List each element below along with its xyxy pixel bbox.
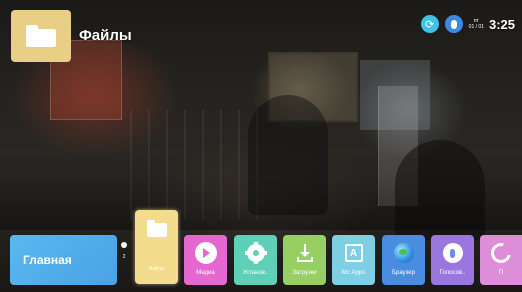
app-label: Браузер [392, 270, 415, 276]
home-label: Главная [23, 253, 72, 267]
app-tile-media[interactable]: Медиа [184, 235, 227, 285]
globe-icon [393, 242, 415, 264]
day-of-week: пт [473, 17, 479, 24]
swirl-icon [487, 239, 515, 267]
microphone-icon [442, 242, 464, 264]
tv-home-screen: Файлы ⟳ пт 01 / 01 3:25 Главная 2 Файлы … [0, 0, 522, 292]
background-reflection-window-right [360, 60, 430, 130]
app-tile-voice[interactable]: Голосов.. [431, 235, 474, 285]
files-tile-label: Файлы [148, 266, 165, 272]
page-title: Файлы [79, 27, 132, 44]
background-reflection-person [395, 140, 485, 240]
app-tile-partial[interactable]: П [480, 235, 522, 285]
app-label: Медиа [196, 270, 215, 276]
gear-icon [244, 242, 267, 264]
background-reflection-appliance [378, 86, 418, 206]
current-app-tile [11, 10, 71, 62]
clock: 3:25 [488, 16, 515, 32]
app-label: Установ.. [242, 270, 269, 276]
app-label: Загрузки [292, 270, 317, 276]
download-icon [294, 242, 316, 264]
folder-icon [146, 220, 167, 237]
app-tile-my-apps[interactable]: A Мс Apps [332, 235, 375, 285]
apps-icon: A [343, 242, 365, 264]
background-reflection-shelf [130, 110, 270, 220]
page-dot [121, 242, 127, 248]
app-label: Голосов.. [439, 270, 466, 276]
voice-search-button[interactable] [444, 15, 463, 33]
date-display: пт 01 / 01 [468, 17, 484, 30]
date-text: 01 / 01 [468, 23, 484, 30]
app-label: Мс Apps [341, 270, 366, 276]
background-reflection-person [248, 95, 328, 215]
home-tile[interactable]: Главная [10, 235, 117, 285]
app-tile-downloads[interactable]: Загрузки [283, 235, 326, 285]
app-tile-settings[interactable]: Установ.. [234, 235, 277, 285]
folder-icon [26, 25, 56, 47]
refresh-icon: ⟳ [425, 17, 435, 31]
page-indicator: 2 [121, 242, 127, 260]
page-number: 2 [122, 254, 126, 260]
background-shade [0, 150, 522, 230]
app-tile-browser[interactable]: Браузер [382, 235, 425, 285]
microphone-icon [450, 19, 457, 29]
play-icon [194, 242, 217, 264]
status-bar: ⟳ пт 01 / 01 3:25 [420, 13, 515, 35]
refresh-button[interactable]: ⟳ [420, 15, 439, 33]
background-reflection-window [268, 52, 358, 122]
app-label: П [498, 270, 504, 276]
files-tile-focused[interactable]: Файлы [135, 210, 178, 284]
